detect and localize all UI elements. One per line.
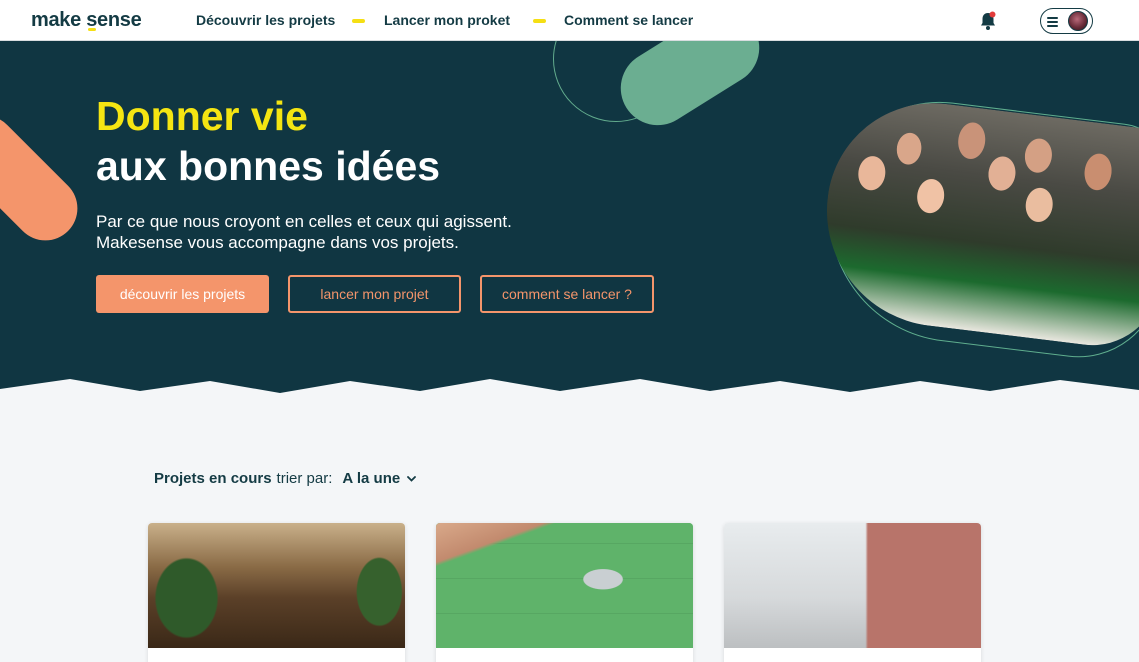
logo[interactable]: make sense: [31, 9, 142, 32]
project-card-image: [724, 523, 981, 648]
avatar: [1068, 11, 1088, 31]
sort-label: trier par:: [276, 470, 333, 487]
project-card-image: [148, 523, 405, 648]
nav-link-lancer[interactable]: Lancer mon proket: [384, 12, 510, 28]
project-card-title: [436, 648, 693, 662]
projects-section-title: Projets en cours: [154, 470, 272, 487]
hero-title-highlight: Donner vie: [96, 93, 308, 139]
nav-link-comment[interactable]: Comment se lancer: [564, 12, 693, 28]
sort-select-value: A la une: [342, 470, 401, 487]
sort-select[interactable]: A la une: [342, 470, 417, 487]
user-menu-button[interactable]: [1040, 8, 1093, 34]
logo-underline: [88, 28, 96, 31]
hero-title: aux bonnes idées: [96, 143, 441, 189]
project-card[interactable]: [436, 523, 693, 662]
top-navbar: make sense Découvrir les projets Lancer …: [0, 0, 1139, 41]
hero-group-photo: [813, 91, 1139, 353]
discover-projects-button[interactable]: découvrir les projets: [96, 275, 269, 313]
hero-subtitle: Par ce que nous croyont en celles et ceu…: [96, 212, 512, 231]
project-card[interactable]: [724, 523, 981, 662]
chevron-down-icon: [407, 475, 417, 482]
project-card-title: [724, 648, 981, 662]
project-card-title: [148, 648, 405, 662]
hero-section: Donner vie aux bonnes idées Par ce que n…: [0, 41, 1139, 396]
nav-separator: [533, 19, 546, 23]
project-card-image: [436, 523, 693, 648]
bell-icon[interactable]: [979, 11, 997, 31]
launch-project-button[interactable]: lancer mon projet: [288, 275, 461, 313]
projects-filter-bar: Projets en cours trier par: A la une: [154, 470, 417, 487]
hero-subtitle: Makesense vous accompagne dans vos proje…: [96, 233, 459, 252]
zigzag-divider: [0, 379, 1139, 396]
nav-separator: [352, 19, 365, 23]
hamburger-icon: [1047, 17, 1058, 27]
how-to-start-button[interactable]: comment se lancer ?: [480, 275, 654, 313]
project-card[interactable]: [148, 523, 405, 662]
decorative-orange-shape: [0, 102, 91, 254]
nav-link-decouvrir[interactable]: Découvrir les projets: [196, 12, 335, 28]
